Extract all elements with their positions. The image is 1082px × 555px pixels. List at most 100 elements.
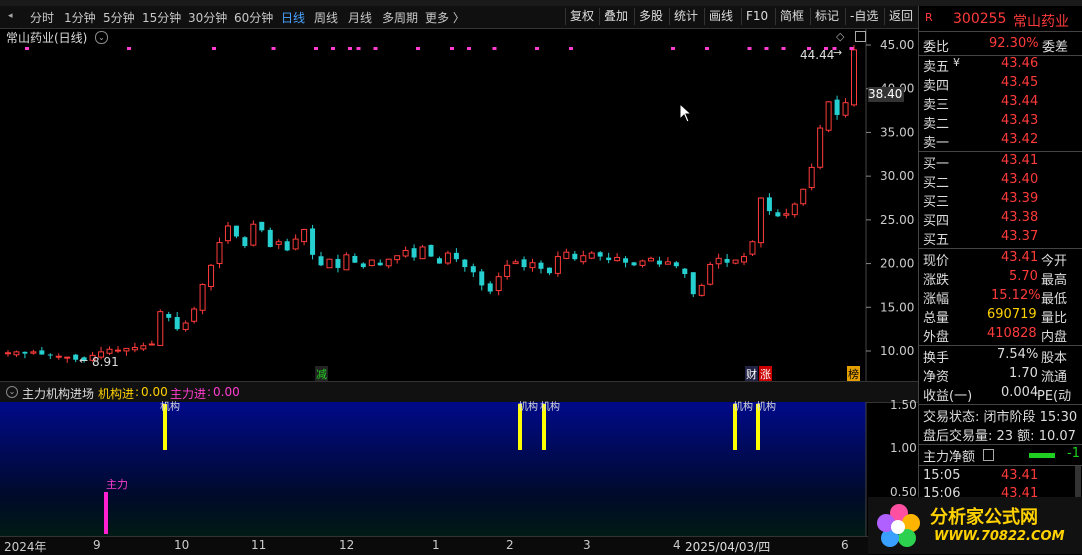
tick-price: 43.41 [1001,468,1039,483]
bid2-price: 43.40 [1001,172,1039,187]
bid1-price: 43.41 [1001,153,1039,168]
settings-icon[interactable]: ◂ [8,11,13,21]
candle-body [631,262,637,266]
stat2-value: 7.54% [997,347,1039,362]
kline-chart[interactable]: 10.0015.0020.0025.0030.0035.0040.0045.00 [0,29,918,381]
candle-body [5,352,11,355]
marker-cai[interactable]: 财 [745,366,758,382]
period-fenshi[interactable]: 分时 [30,9,54,26]
marker-bang[interactable]: 榜 [847,366,860,382]
candle-body [732,259,739,264]
net-flow-bar [1029,453,1055,458]
candle-body [766,197,772,212]
fuquan-button[interactable]: 复权 [565,8,598,25]
bid5-price: 43.37 [1001,229,1039,244]
indicator-chart[interactable] [0,402,918,536]
date-label: 1 [432,538,440,552]
candle-body [538,262,544,269]
signal-dots-group [25,47,854,50]
candle-body [335,259,341,268]
stat2-label2: PE(动 [1037,389,1072,404]
candle-body [504,264,511,277]
date-label: 12 [339,538,355,552]
logo-url: WWW.70822.COM [934,529,1065,544]
period-1min[interactable]: 1分钟 [64,9,96,26]
signal-dot [271,47,276,50]
candle-body [783,213,790,216]
divider [919,345,1082,346]
stat2-label2: 股本 [1041,351,1068,366]
ask4-label: 卖四 [923,79,950,94]
ask2-label: 卖二 [923,117,950,132]
marker-jian[interactable]: 减 [315,366,328,382]
tick-time: 15:05 [923,468,961,483]
ask3-label: 卖三 [923,98,950,113]
period-daily[interactable]: 日线 [281,9,305,26]
stat-label2: 量比 [1041,311,1068,326]
marker-zhang[interactable]: 涨 [759,366,772,382]
candle-body [208,264,215,287]
multi-stock-button[interactable]: 多股 [634,8,667,25]
period-30min[interactable]: 30分钟 [188,9,227,26]
indicator-series-a-value: 0.00 [141,385,168,399]
candle-body [123,347,130,352]
period-more[interactable]: 更多 〉 [425,9,465,26]
simple-frame-button[interactable]: 简框 [775,8,808,25]
bid5-label: 买五 [923,233,950,248]
stat2-label2: 流通 [1041,370,1068,385]
candle-body [343,254,350,271]
period-60min[interactable]: 60分钟 [234,9,273,26]
chart-title: 常山药业(日线) [6,31,88,45]
candle-body [106,348,113,354]
mark-button[interactable]: 标记 [810,8,843,25]
candle-body [749,241,756,255]
chart-toolbar: 分时 1分钟 5分钟 15分钟 30分钟 60分钟 日线 周线 月线 多周期 更… [0,6,918,29]
candle-body [529,262,536,269]
price-tick-label: 25.00 [880,213,914,227]
candle-body [182,322,189,330]
divider [919,248,1082,249]
candle-body [199,284,206,311]
stat-value: 410828 [987,326,1037,341]
date-label: 2 [506,538,514,552]
period-monthly[interactable]: 月线 [348,9,372,26]
candle-body [131,347,138,351]
candle-body [385,258,392,267]
overlay-button[interactable]: 叠加 [599,8,632,25]
period-5min[interactable]: 5分钟 [103,9,135,26]
candle-body [259,221,265,231]
period-15min[interactable]: 15分钟 [142,9,181,26]
stat-value: 5.70 [1009,269,1038,284]
candle-body [157,311,164,346]
candles-group [5,45,857,363]
period-multi[interactable]: 多周期 [382,9,418,26]
list-icon[interactable] [983,449,994,461]
candle-body [148,343,155,346]
signal-dot [373,47,378,50]
draw-line-button[interactable]: 画线 [704,8,737,25]
ask5-label: 卖五 [923,60,950,75]
f10-button[interactable]: F10 [741,8,772,25]
date-label-current: 2025/04/03/四 [685,540,771,554]
back-button[interactable]: 返回 [884,8,917,25]
stat2-value: 0.004 [1001,385,1039,400]
candle-body [707,263,714,285]
period-weekly[interactable]: 周线 [314,9,338,26]
stat-label2: 今开 [1041,254,1068,269]
net-flow-value: -1 [1067,446,1080,461]
stat2-label: 收益(一) [923,389,973,404]
stats-button[interactable]: 统计 [669,8,702,25]
indicator-header: ⌄ 主力机构进场 机构进 : 0.00 主力进 : 0.00 [0,381,918,403]
low-price-label: 8.91 [92,355,119,369]
indicator-collapse-icon[interactable]: ⌄ [6,386,18,398]
watchlist-button[interactable]: -自选 [845,8,882,25]
panel-toggle-icon[interactable] [855,31,866,42]
current-price-tag: 38.40 [868,87,904,102]
title-dropdown-icon[interactable]: ⌄ [95,31,108,44]
indicator-tick: 1.00 [890,441,917,455]
diamond-icon[interactable]: ◇ [836,30,844,43]
close-panel-icon[interactable]: R [925,11,933,24]
candle-body [563,251,570,259]
divider [919,444,1082,445]
price-tick-label: 15.00 [880,300,914,314]
